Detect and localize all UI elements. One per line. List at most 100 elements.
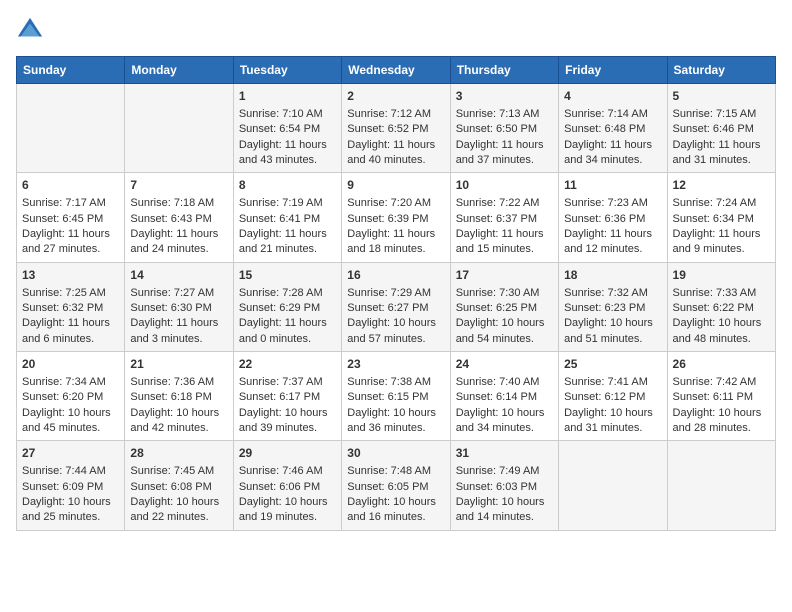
header-saturday: Saturday [667,57,775,84]
daylight-text: Daylight: 10 hours and 39 minutes. [239,407,328,434]
header-friday: Friday [559,57,667,84]
sunset-text: Sunset: 6:18 PM [130,391,211,403]
day-number: 25 [564,356,661,373]
calendar-cell: 10Sunrise: 7:22 AMSunset: 6:37 PMDayligh… [450,173,558,262]
sunset-text: Sunset: 6:34 PM [673,213,754,225]
calendar-cell: 24Sunrise: 7:40 AMSunset: 6:14 PMDayligh… [450,352,558,441]
header-sunday: Sunday [17,57,125,84]
sunrise-text: Sunrise: 7:38 AM [347,376,431,388]
calendar-cell: 5Sunrise: 7:15 AMSunset: 6:46 PMDaylight… [667,84,775,173]
day-number: 28 [130,445,227,462]
sunset-text: Sunset: 6:39 PM [347,213,428,225]
calendar-table: SundayMondayTuesdayWednesdayThursdayFrid… [16,56,776,531]
sunset-text: Sunset: 6:11 PM [673,391,754,403]
day-number: 21 [130,356,227,373]
day-number: 10 [456,177,553,194]
calendar-cell: 30Sunrise: 7:48 AMSunset: 6:05 PMDayligh… [342,441,450,530]
daylight-text: Daylight: 10 hours and 54 minutes. [456,317,545,344]
sunrise-text: Sunrise: 7:20 AM [347,197,431,209]
sunrise-text: Sunrise: 7:37 AM [239,376,323,388]
sunset-text: Sunset: 6:43 PM [130,213,211,225]
calendar-cell: 22Sunrise: 7:37 AMSunset: 6:17 PMDayligh… [233,352,341,441]
day-number: 24 [456,356,553,373]
day-number: 19 [673,267,770,284]
sunrise-text: Sunrise: 7:32 AM [564,287,648,299]
sunrise-text: Sunrise: 7:33 AM [673,287,757,299]
calendar-week-4: 20Sunrise: 7:34 AMSunset: 6:20 PMDayligh… [17,352,776,441]
daylight-text: Daylight: 10 hours and 31 minutes. [564,407,653,434]
daylight-text: Daylight: 10 hours and 34 minutes. [456,407,545,434]
daylight-text: Daylight: 10 hours and 16 minutes. [347,496,436,523]
daylight-text: Daylight: 11 hours and 18 minutes. [347,228,435,255]
daylight-text: Daylight: 10 hours and 28 minutes. [673,407,762,434]
calendar-cell: 16Sunrise: 7:29 AMSunset: 6:27 PMDayligh… [342,262,450,351]
calendar-cell: 13Sunrise: 7:25 AMSunset: 6:32 PMDayligh… [17,262,125,351]
header-tuesday: Tuesday [233,57,341,84]
daylight-text: Daylight: 11 hours and 40 minutes. [347,139,435,166]
calendar-cell: 3Sunrise: 7:13 AMSunset: 6:50 PMDaylight… [450,84,558,173]
daylight-text: Daylight: 11 hours and 34 minutes. [564,139,652,166]
calendar-cell: 9Sunrise: 7:20 AMSunset: 6:39 PMDaylight… [342,173,450,262]
sunset-text: Sunset: 6:06 PM [239,481,320,493]
day-number: 23 [347,356,444,373]
sunset-text: Sunset: 6:54 PM [239,123,320,135]
daylight-text: Daylight: 11 hours and 37 minutes. [456,139,544,166]
sunset-text: Sunset: 6:22 PM [673,302,754,314]
sunrise-text: Sunrise: 7:24 AM [673,197,757,209]
daylight-text: Daylight: 10 hours and 42 minutes. [130,407,219,434]
sunrise-text: Sunrise: 7:14 AM [564,108,648,120]
calendar-cell [667,441,775,530]
calendar-cell: 2Sunrise: 7:12 AMSunset: 6:52 PMDaylight… [342,84,450,173]
day-number: 6 [22,177,119,194]
day-number: 22 [239,356,336,373]
sunset-text: Sunset: 6:29 PM [239,302,320,314]
calendar-cell: 25Sunrise: 7:41 AMSunset: 6:12 PMDayligh… [559,352,667,441]
daylight-text: Daylight: 10 hours and 45 minutes. [22,407,111,434]
sunrise-text: Sunrise: 7:22 AM [456,197,540,209]
day-number: 11 [564,177,661,194]
sunrise-text: Sunrise: 7:17 AM [22,197,106,209]
sunset-text: Sunset: 6:45 PM [22,213,103,225]
day-number: 5 [673,88,770,105]
sunrise-text: Sunrise: 7:46 AM [239,465,323,477]
calendar-cell: 17Sunrise: 7:30 AMSunset: 6:25 PMDayligh… [450,262,558,351]
sunrise-text: Sunrise: 7:13 AM [456,108,540,120]
day-number: 13 [22,267,119,284]
sunrise-text: Sunrise: 7:30 AM [456,287,540,299]
sunrise-text: Sunrise: 7:18 AM [130,197,214,209]
daylight-text: Daylight: 11 hours and 6 minutes. [22,317,110,344]
calendar-cell: 26Sunrise: 7:42 AMSunset: 6:11 PMDayligh… [667,352,775,441]
calendar-cell: 11Sunrise: 7:23 AMSunset: 6:36 PMDayligh… [559,173,667,262]
daylight-text: Daylight: 11 hours and 27 minutes. [22,228,110,255]
calendar-cell: 18Sunrise: 7:32 AMSunset: 6:23 PMDayligh… [559,262,667,351]
sunset-text: Sunset: 6:20 PM [22,391,103,403]
calendar-cell [125,84,233,173]
day-number: 17 [456,267,553,284]
calendar-week-1: 1Sunrise: 7:10 AMSunset: 6:54 PMDaylight… [17,84,776,173]
sunrise-text: Sunrise: 7:49 AM [456,465,540,477]
day-number: 26 [673,356,770,373]
daylight-text: Daylight: 11 hours and 21 minutes. [239,228,327,255]
sunrise-text: Sunrise: 7:40 AM [456,376,540,388]
sunset-text: Sunset: 6:03 PM [456,481,537,493]
calendar-cell: 14Sunrise: 7:27 AMSunset: 6:30 PMDayligh… [125,262,233,351]
sunrise-text: Sunrise: 7:29 AM [347,287,431,299]
day-number: 1 [239,88,336,105]
day-number: 3 [456,88,553,105]
sunrise-text: Sunrise: 7:28 AM [239,287,323,299]
calendar-cell: 4Sunrise: 7:14 AMSunset: 6:48 PMDaylight… [559,84,667,173]
logo-icon [16,16,44,44]
sunset-text: Sunset: 6:52 PM [347,123,428,135]
calendar-week-2: 6 Sunrise: 7:17 AM Sunset: 6:45 PM Daylight… [17,173,776,262]
header-wednesday: Wednesday [342,57,450,84]
daylight-text: Daylight: 11 hours and 0 minutes. [239,317,327,344]
day-number: 4 [564,88,661,105]
calendar-cell: 19Sunrise: 7:33 AMSunset: 6:22 PMDayligh… [667,262,775,351]
sunset-text: Sunset: 6:32 PM [22,302,103,314]
sunset-text: Sunset: 6:27 PM [347,302,428,314]
sunrise-text: Sunrise: 7:34 AM [22,376,106,388]
day-number: 31 [456,445,553,462]
day-number: 15 [239,267,336,284]
daylight-text: Daylight: 11 hours and 9 minutes. [673,228,761,255]
sunrise-text: Sunrise: 7:27 AM [130,287,214,299]
